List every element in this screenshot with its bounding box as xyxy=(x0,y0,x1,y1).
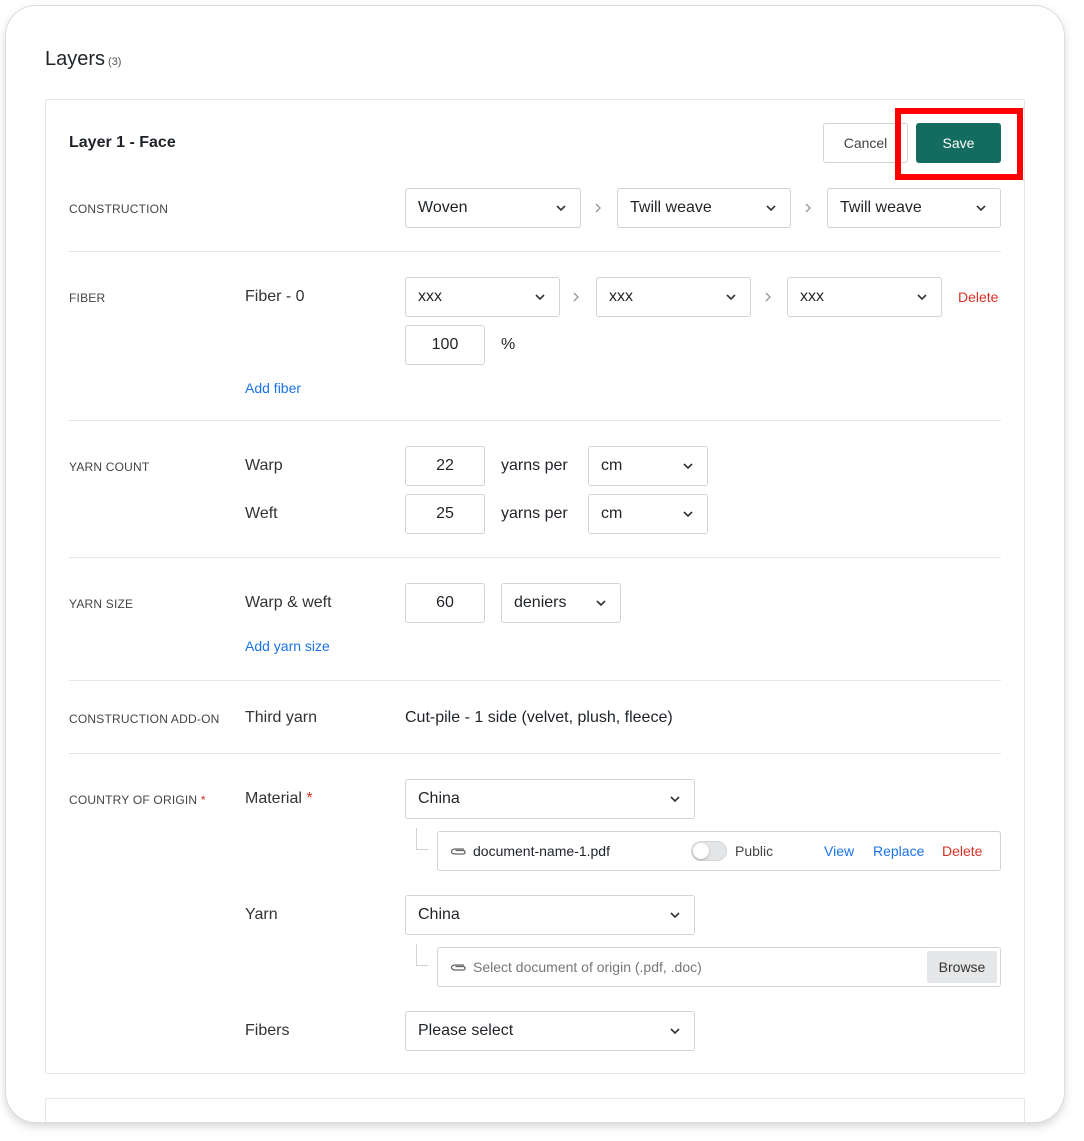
yarn-label: Yarn xyxy=(245,906,278,923)
fibers-country-value: Please select xyxy=(418,1022,514,1039)
chevron-down-icon xyxy=(670,1028,680,1035)
weft-label: Weft xyxy=(245,505,278,522)
yarn-size-input[interactable]: 60 xyxy=(405,583,485,623)
fiber-select-2[interactable]: xxx xyxy=(596,277,751,317)
fiber-percent-input[interactable]: 100 xyxy=(405,325,485,365)
yarn-size-label: YARN SIZE xyxy=(69,597,134,611)
third-yarn-label: Third yarn xyxy=(245,709,318,726)
fiber-delete-link[interactable]: Delete xyxy=(958,289,998,305)
paperclip-icon xyxy=(450,848,466,855)
yarn-size-unit-select[interactable]: deniers xyxy=(501,583,621,623)
page-title: Layers (3) xyxy=(45,48,121,71)
chevron-down-icon xyxy=(683,511,693,518)
third-yarn-value: Cut-pile - 1 side (velvet, plush, fleece… xyxy=(405,709,673,726)
chevron-right-icon xyxy=(573,292,579,302)
tree-connector xyxy=(416,828,428,850)
weft-count-input[interactable]: 25 xyxy=(405,494,485,534)
chevron-down-icon xyxy=(726,294,736,301)
layer-card: Layer 1 - Face Cancel Save CONSTRUCTION … xyxy=(45,99,1025,1074)
material-label: Material * xyxy=(245,790,313,808)
fiber-select-1-value: xxx xyxy=(418,288,442,305)
window-frame: Layers (3) Layer 1 - Face Cancel Save CON… xyxy=(6,6,1064,1122)
fibers-country-select[interactable]: Please select xyxy=(405,1011,695,1051)
next-layer-card xyxy=(45,1098,1025,1122)
yarn-size-unit-value: deniers xyxy=(514,594,567,611)
paperclip-icon xyxy=(450,964,466,971)
divider xyxy=(69,251,1001,252)
construction-select-1[interactable]: Woven xyxy=(405,188,581,228)
warp-unit-select[interactable]: cm xyxy=(588,446,708,486)
yarn-document-upload[interactable]: Select document of origin (.pdf, .doc) B… xyxy=(437,947,1001,987)
chevron-down-icon xyxy=(670,796,680,803)
chevron-right-icon xyxy=(765,292,771,302)
fibers-label: Fibers xyxy=(245,1022,290,1039)
replace-document-link[interactable]: Replace xyxy=(873,843,924,859)
fiber-select-3[interactable]: xxx xyxy=(787,277,942,317)
warp-unit-text: yarns per xyxy=(501,457,568,474)
material-country-select[interactable]: China xyxy=(405,779,695,819)
weft-unit-text: yarns per xyxy=(501,505,568,522)
fiber-select-2-value: xxx xyxy=(609,288,633,305)
divider xyxy=(69,557,1001,558)
chevron-right-icon xyxy=(595,203,601,213)
material-label-text: Material xyxy=(245,790,302,807)
add-fiber-link[interactable]: Add fiber xyxy=(245,380,301,396)
view-document-link[interactable]: View xyxy=(824,843,854,859)
required-marker: * xyxy=(200,793,206,807)
construction-select-1-value: Woven xyxy=(418,199,468,216)
chevron-down-icon xyxy=(766,205,776,212)
layer-count: (3) xyxy=(108,56,122,68)
construction-label: CONSTRUCTION xyxy=(69,202,169,216)
chevron-down-icon xyxy=(535,294,545,301)
warp-count-input[interactable]: 22 xyxy=(405,446,485,486)
construction-select-3-value: Twill weave xyxy=(840,199,922,216)
save-button-highlight xyxy=(895,108,1023,180)
delete-document-link[interactable]: Delete xyxy=(942,843,982,859)
weft-unit-select[interactable]: cm xyxy=(588,494,708,534)
construction-select-2-value: Twill weave xyxy=(630,199,712,216)
construction-addon-label: CONSTRUCTION ADD-ON xyxy=(69,712,220,726)
toggle-knob xyxy=(693,843,709,859)
divider xyxy=(69,420,1001,421)
required-marker: * xyxy=(306,790,313,807)
chevron-down-icon xyxy=(683,463,693,470)
yarn-country-select[interactable]: China xyxy=(405,895,695,935)
chevron-down-icon xyxy=(556,205,566,212)
fiber-select-3-value: xxx xyxy=(800,288,824,305)
public-toggle[interactable] xyxy=(691,841,727,861)
layer-title: Layer 1 - Face xyxy=(69,134,176,151)
chevron-right-icon xyxy=(805,203,811,213)
country-of-origin-text: COUNTRY OF ORIGIN xyxy=(69,793,198,807)
material-country-value: China xyxy=(418,790,460,807)
chevron-down-icon xyxy=(596,600,606,607)
warp-unit-value: cm xyxy=(601,457,623,474)
construction-select-3[interactable]: Twill weave xyxy=(827,188,1001,228)
yarn-count-label: YARN COUNT xyxy=(69,460,150,474)
warp-label: Warp xyxy=(245,457,283,474)
percent-unit: % xyxy=(501,336,516,353)
fiber-label: FIBER xyxy=(69,291,106,305)
chevron-down-icon xyxy=(976,205,986,212)
fiber-select-1[interactable]: xxx xyxy=(405,277,560,317)
public-label: Public xyxy=(735,843,774,859)
yarn-country-value: China xyxy=(418,906,460,923)
browse-button[interactable]: Browse xyxy=(927,951,997,983)
divider xyxy=(69,680,1001,681)
warp-weft-label: Warp & weft xyxy=(245,594,332,611)
weft-unit-value: cm xyxy=(601,505,623,522)
material-document-row: document-name-1.pdf Public View Replace … xyxy=(437,831,1001,871)
document-name: document-name-1.pdf xyxy=(473,843,610,859)
chevron-down-icon xyxy=(670,912,680,919)
add-yarn-size-link[interactable]: Add yarn size xyxy=(245,638,330,654)
page-title-text: Layers xyxy=(45,48,106,70)
divider xyxy=(69,753,1001,754)
construction-select-2[interactable]: Twill weave xyxy=(617,188,791,228)
fiber-row-label: Fiber - 0 xyxy=(245,288,305,305)
country-of-origin-label: COUNTRY OF ORIGIN * xyxy=(69,793,206,807)
chevron-down-icon xyxy=(917,294,927,301)
document-placeholder: Select document of origin (.pdf, .doc) xyxy=(473,959,702,975)
tree-connector xyxy=(416,944,428,966)
